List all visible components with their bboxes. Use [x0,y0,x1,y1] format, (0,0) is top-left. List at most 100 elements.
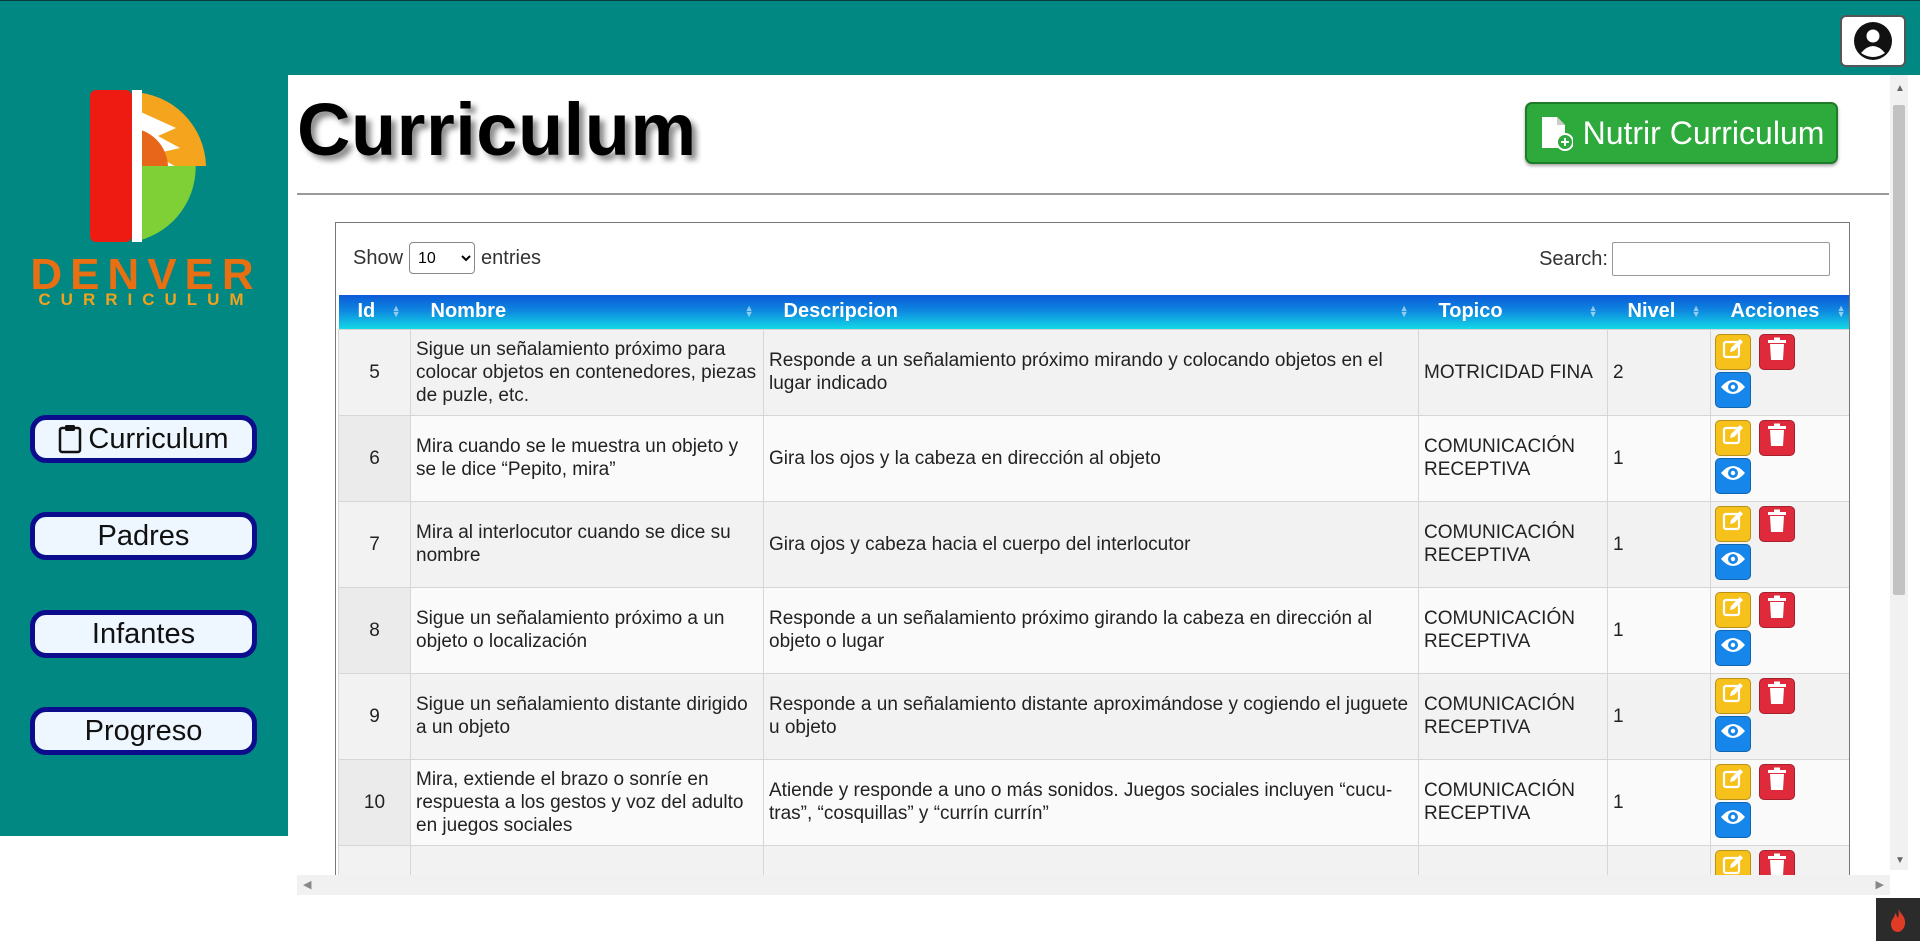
edit-icon [1721,509,1745,539]
cell-id: 10 [338,758,411,846]
cell-acciones [1710,672,1849,760]
nutrir-curriculum-button[interactable]: Nutrir Curriculum [1525,102,1838,164]
title-divider [297,193,1889,195]
column-header-topico[interactable]: Topico ▲ ▼ [1418,295,1608,329]
view-button[interactable] [1715,801,1751,838]
nav-padres-button[interactable]: Padres [30,512,257,560]
nav-progreso-label: Progreso [84,714,203,747]
cell-topico: MOTRICIDAD FINA [1418,328,1608,416]
logo-subtitle: CURRICULUM [38,290,254,309]
user-avatar-icon [1854,22,1892,60]
trash-icon [1766,595,1788,625]
column-header-descripcion[interactable]: Descripcion ▲ ▼ [763,295,1419,329]
top-bar [0,0,1920,75]
page-title: Curriculum [297,88,697,171]
user-account-button[interactable] [1840,15,1906,67]
edit-button[interactable] [1715,677,1751,714]
cell-descripcion: Atiende y responde a uno o más sonidos. … [763,758,1419,846]
page-length-control: Show 10 entries [353,242,541,274]
eye-icon [1720,549,1746,575]
cell-nivel: 2 [1607,328,1711,416]
eye-icon [1720,721,1746,747]
cell-nivel: 1 [1607,672,1711,760]
nav-progreso-button[interactable]: Progreso [30,707,257,755]
cell-acciones [1710,328,1849,416]
view-button[interactable] [1715,715,1751,752]
cell-nombre: Sigue un señalamiento próximo para coloc… [410,328,764,416]
curriculum-table: Id ▲ ▼ Nombre ▲ ▼ Descripcion ▲ ▼ Topico ▲ ▼ Niv… [338,295,1849,895]
nav-padres-label: Padres [97,519,190,552]
delete-button[interactable] [1759,763,1795,800]
edit-button[interactable] [1715,505,1751,542]
table-header-row: Id ▲ ▼ Nombre ▲ ▼ Descripcion ▲ ▼ Topico ▲ ▼ Niv… [338,295,1849,329]
sort-icon: ▲ ▼ [1588,303,1598,319]
view-button[interactable] [1715,543,1751,580]
view-button[interactable] [1715,457,1751,494]
vertical-scrollbar[interactable]: ▲ ▼ [1890,75,1908,870]
scroll-right-icon[interactable]: ▶ [1876,878,1884,891]
logo-graphic [90,90,206,242]
column-header-nombre[interactable]: Nombre ▲ ▼ [410,295,764,329]
scroll-left-icon[interactable]: ◀ [303,878,311,891]
edit-button[interactable] [1715,591,1751,628]
edit-button[interactable] [1715,333,1751,370]
trash-icon [1766,337,1788,367]
scroll-down-icon[interactable]: ▼ [1895,855,1905,866]
cell-descripcion: Responde a un señalamiento próximo miran… [763,328,1419,416]
column-header-nivel[interactable]: Nivel ▲ ▼ [1607,295,1711,329]
flame-icon[interactable] [1876,898,1920,941]
column-header-id[interactable]: Id ▲ ▼ [338,295,411,329]
nav-infantes-button[interactable]: Infantes [30,610,257,658]
search-input[interactable] [1612,242,1830,276]
show-label: Show [353,246,404,269]
cell-nombre: Mira al interlocutor cuando se dice su n… [410,500,764,588]
trash-icon [1766,423,1788,453]
nutrir-curriculum-label: Nutrir Curriculum [1582,114,1825,151]
column-header-acciones[interactable]: Acciones ▲ ▼ [1710,295,1849,329]
eye-icon [1720,807,1746,833]
delete-button[interactable] [1759,591,1795,628]
delete-button[interactable] [1759,333,1795,370]
sort-icon: ▲ ▼ [1691,303,1701,319]
entries-select[interactable]: 10 [409,242,476,274]
table-row: 10 Mira, extiende el brazo o sonríe en re… [338,758,1849,846]
cell-nombre: Sigue un señalamiento próximo a un objet… [410,586,764,674]
cell-nivel: 1 [1607,500,1711,588]
eye-icon [1720,463,1746,489]
horizontal-scrollbar[interactable]: ◀ ▶ [297,875,1890,895]
sort-icon: ▲ ▼ [1836,303,1846,319]
table-row: 9 Sigue un señalamiento distante dirigido… [338,672,1849,760]
cell-descripcion: Gira los ojos y la cabeza en dirección a… [763,414,1419,502]
edit-button[interactable] [1715,419,1751,456]
nav-curriculum-button[interactable]: Curriculum [30,415,257,463]
cell-topico: COMUNICACIÓN RECEPTIVA [1418,500,1608,588]
cell-nivel: 1 [1607,758,1711,846]
search-control: Search: [1539,242,1830,276]
clipboard-icon [58,424,82,454]
cell-acciones [1710,586,1849,674]
delete-button[interactable] [1759,419,1795,456]
trash-icon [1766,767,1788,797]
eye-icon [1720,377,1746,403]
view-button[interactable] [1715,629,1751,666]
view-button[interactable] [1715,371,1751,408]
cell-id: 8 [338,586,411,674]
scrollbar-thumb[interactable] [1893,105,1905,595]
edit-button[interactable] [1715,763,1751,800]
edit-icon [1721,337,1745,367]
table-row: 6 Mira cuando se le muestra un objeto y s… [338,414,1849,502]
cell-nombre: Mira cuando se le muestra un objeto y se… [410,414,764,502]
cell-topico: COMUNICACIÓN RECEPTIVA [1418,414,1608,502]
scroll-up-icon[interactable]: ▲ [1895,83,1905,94]
cell-nombre: Mira, extiende el brazo o sonríe en resp… [410,758,764,846]
datatable-panel: Show 10 entries Search: Id ▲ ▼ Nombre ▲ ▼ De… [335,222,1850,895]
delete-button[interactable] [1759,505,1795,542]
nav-curriculum-label: Curriculum [88,422,229,455]
cell-acciones [1710,758,1849,846]
delete-button[interactable] [1759,677,1795,714]
table-row: 8 Sigue un señalamiento próximo a un obje… [338,586,1849,674]
cell-nivel: 1 [1607,586,1711,674]
sort-icon: ▲ ▼ [391,303,401,319]
cell-id: 9 [338,672,411,760]
cell-topico: COMUNICACIÓN RECEPTIVA [1418,672,1608,760]
